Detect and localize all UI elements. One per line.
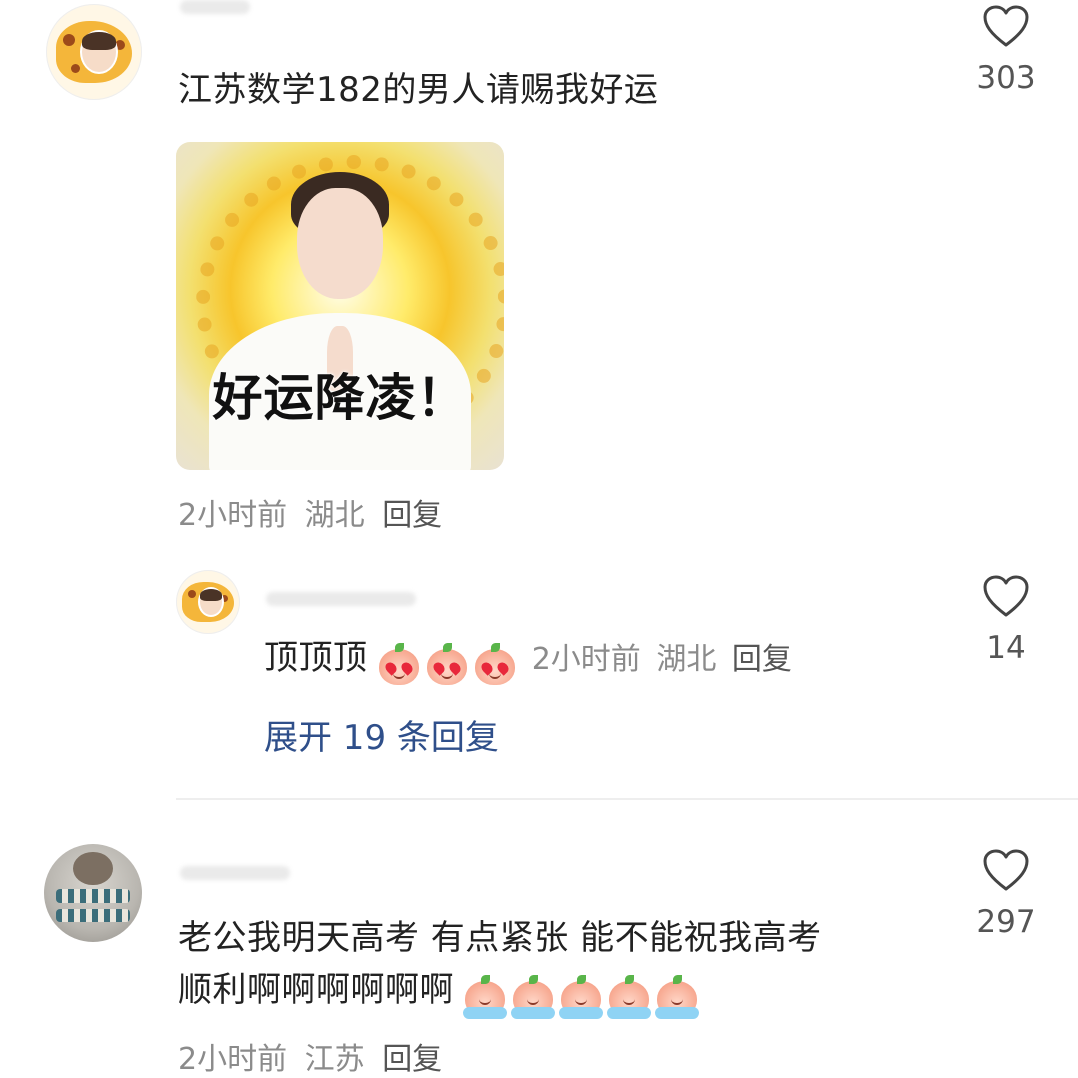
comment-meta: 2小时前 湖北 回复 xyxy=(178,490,442,534)
comment-time: 2小时前 xyxy=(178,1042,288,1077)
heart-icon xyxy=(983,5,1029,47)
comment-text: 江苏数学182的男人请赐我好运 xyxy=(178,70,659,110)
comment-location: 湖北 xyxy=(304,498,365,533)
reply-reply-link[interactable]: 回复 xyxy=(732,642,792,677)
like-button[interactable]: 297 xyxy=(961,848,1051,940)
reply-link[interactable]: 回复 xyxy=(382,1042,442,1077)
reply-location: 湖北 xyxy=(656,642,717,677)
sticker-caption: 好运降凌！ xyxy=(212,369,468,428)
sticker-image[interactable]: 好运降凌！ xyxy=(176,142,504,470)
heart-icon xyxy=(983,575,1029,617)
comment-text-line1: 老公我明天高考 有点紧张 能不能祝我高考 xyxy=(178,918,822,958)
divider xyxy=(176,798,1078,800)
like-count: 303 xyxy=(976,60,1036,96)
reply-like-count: 14 xyxy=(986,630,1026,666)
comment-text-line2: 顺利啊啊啊啊啊啊 xyxy=(178,970,454,1010)
user-avatar[interactable] xyxy=(44,844,142,942)
like-button[interactable]: 303 xyxy=(961,4,1051,96)
reply-username-blurred xyxy=(266,592,416,606)
username-blurred xyxy=(180,0,250,14)
reply-link[interactable]: 回复 xyxy=(382,498,442,533)
comment-meta: 2小时前 江苏 回复 xyxy=(178,1034,442,1078)
heart-eyes-peach-icon xyxy=(425,642,469,687)
reply-like-button[interactable]: 14 xyxy=(961,574,1051,666)
comment-time: 2小时前 xyxy=(178,498,288,533)
comment-location: 江苏 xyxy=(304,1042,365,1077)
heart-eyes-peach-icon xyxy=(473,642,517,687)
hamster-jar-avatar-icon xyxy=(73,851,113,886)
crying-peach-icon xyxy=(511,974,556,1019)
heart-icon xyxy=(983,849,1029,891)
crying-peach-icon xyxy=(655,974,700,1019)
reply-content: 顶顶顶 2小时前 湖北 回复 xyxy=(264,630,792,687)
expand-replies-link[interactable]: 展开 19 条回复 xyxy=(264,710,499,759)
comment-text-line2-row: 顺利啊啊啊啊啊啊 xyxy=(178,962,700,1019)
like-count: 297 xyxy=(976,904,1036,940)
crying-peach-icon xyxy=(607,974,652,1019)
reply-text: 顶顶顶 xyxy=(264,638,368,678)
crying-peach-icon xyxy=(559,974,604,1019)
username-blurred xyxy=(180,866,290,880)
reply-time: 2小时前 xyxy=(531,642,641,677)
reply-avatar[interactable] xyxy=(176,570,240,634)
crying-peach-icon xyxy=(463,974,508,1019)
heart-eyes-peach-icon xyxy=(377,642,421,687)
user-avatar[interactable] xyxy=(46,4,142,100)
